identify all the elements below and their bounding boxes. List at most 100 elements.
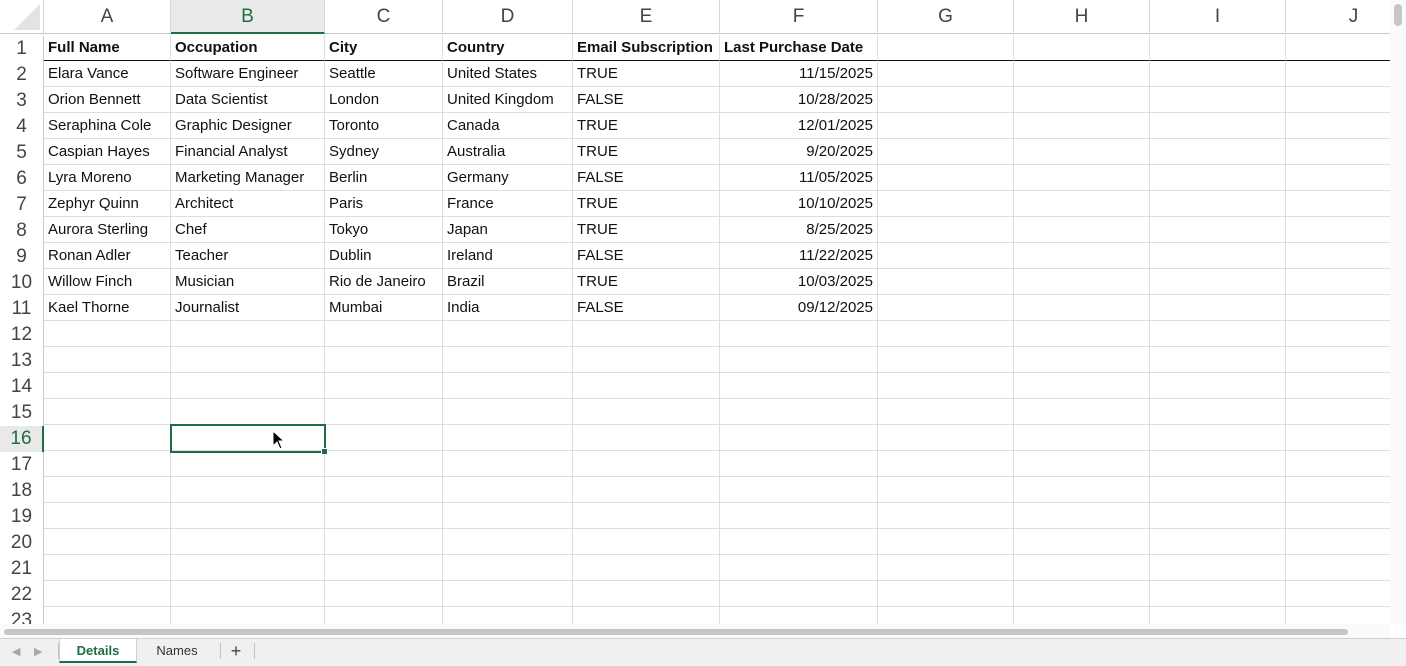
cell-E5[interactable]: TRUE — [573, 139, 720, 165]
cell-H19[interactable] — [1014, 503, 1150, 529]
row-header-20[interactable]: 20 — [0, 530, 44, 556]
cell-H11[interactable] — [1014, 295, 1150, 321]
cell-I10[interactable] — [1150, 269, 1286, 295]
cell-E3[interactable]: FALSE — [573, 87, 720, 113]
cell-E20[interactable] — [573, 529, 720, 555]
cell-C3[interactable]: London — [325, 87, 443, 113]
cell-J1[interactable] — [1286, 35, 1390, 61]
cell-E21[interactable] — [573, 555, 720, 581]
cell-A8[interactable]: Aurora Sterling — [44, 217, 171, 243]
cell-J10[interactable] — [1286, 269, 1390, 295]
cell-I4[interactable] — [1150, 113, 1286, 139]
spreadsheet-grid[interactable]: Full Name Occupation City Country Email Subs… — [0, 0, 1390, 624]
column-header-H[interactable]: H — [1014, 0, 1150, 34]
row-header-9[interactable]: 9 — [0, 244, 44, 270]
cell-E2[interactable]: TRUE — [573, 61, 720, 87]
cell-C21[interactable] — [325, 555, 443, 581]
cell-I15[interactable] — [1150, 399, 1286, 425]
cell-A11[interactable]: Kael Thorne — [44, 295, 171, 321]
cell-F2[interactable]: 11/15/2025 — [720, 61, 878, 87]
cell-H5[interactable] — [1014, 139, 1150, 165]
cell-E7[interactable]: TRUE — [573, 191, 720, 217]
cell-J6[interactable] — [1286, 165, 1390, 191]
cell-B2[interactable]: Software Engineer — [171, 61, 325, 87]
row-header-12[interactable]: 12 — [0, 322, 44, 348]
row-header-14[interactable]: 14 — [0, 374, 44, 400]
cell-B16[interactable] — [171, 425, 325, 451]
cell-A23[interactable] — [44, 607, 171, 624]
cell-F3[interactable]: 10/28/2025 — [720, 87, 878, 113]
cell-H8[interactable] — [1014, 217, 1150, 243]
column-header-F[interactable]: F — [720, 0, 878, 34]
cell-B17[interactable] — [171, 451, 325, 477]
cell-B1[interactable]: Occupation — [171, 35, 325, 61]
cell-G21[interactable] — [878, 555, 1014, 581]
cell-I7[interactable] — [1150, 191, 1286, 217]
column-header-C[interactable]: C — [325, 0, 443, 34]
row-header-5[interactable]: 5 — [0, 140, 44, 166]
cell-F11[interactable]: 09/12/2025 — [720, 295, 878, 321]
row-header-1[interactable]: 1 — [0, 36, 44, 62]
cell-J23[interactable] — [1286, 607, 1390, 624]
cell-A5[interactable]: Caspian Hayes — [44, 139, 171, 165]
cell-A19[interactable] — [44, 503, 171, 529]
cell-C16[interactable] — [325, 425, 443, 451]
row-header-7[interactable]: 7 — [0, 192, 44, 218]
cell-A7[interactable]: Zephyr Quinn — [44, 191, 171, 217]
cell-C19[interactable] — [325, 503, 443, 529]
cell-A10[interactable]: Willow Finch — [44, 269, 171, 295]
cell-H6[interactable] — [1014, 165, 1150, 191]
cell-C11[interactable]: Mumbai — [325, 295, 443, 321]
scroll-tabs-right-icon[interactable]: ▶ — [34, 645, 42, 658]
cell-I9[interactable] — [1150, 243, 1286, 269]
column-header-B[interactable]: B — [171, 0, 325, 34]
cell-C23[interactable] — [325, 607, 443, 624]
cell-F13[interactable] — [720, 347, 878, 373]
cell-I8[interactable] — [1150, 217, 1286, 243]
cell-D3[interactable]: United Kingdom — [443, 87, 573, 113]
cell-J3[interactable] — [1286, 87, 1390, 113]
cell-H7[interactable] — [1014, 191, 1150, 217]
cell-C15[interactable] — [325, 399, 443, 425]
cell-G9[interactable] — [878, 243, 1014, 269]
sheet-tab-details[interactable]: Details — [59, 639, 137, 663]
cell-G20[interactable] — [878, 529, 1014, 555]
cell-J18[interactable] — [1286, 477, 1390, 503]
cell-D22[interactable] — [443, 581, 573, 607]
cell-J14[interactable] — [1286, 373, 1390, 399]
cell-B14[interactable] — [171, 373, 325, 399]
cell-F15[interactable] — [720, 399, 878, 425]
cell-I11[interactable] — [1150, 295, 1286, 321]
cell-D23[interactable] — [443, 607, 573, 624]
cell-J8[interactable] — [1286, 217, 1390, 243]
cell-C13[interactable] — [325, 347, 443, 373]
cell-E11[interactable]: FALSE — [573, 295, 720, 321]
cell-A15[interactable] — [44, 399, 171, 425]
cell-G4[interactable] — [878, 113, 1014, 139]
cell-G13[interactable] — [878, 347, 1014, 373]
cell-D13[interactable] — [443, 347, 573, 373]
row-header-10[interactable]: 10 — [0, 270, 44, 296]
cell-H13[interactable] — [1014, 347, 1150, 373]
row-header-6[interactable]: 6 — [0, 166, 44, 192]
cell-E17[interactable] — [573, 451, 720, 477]
cell-F18[interactable] — [720, 477, 878, 503]
row-header-22[interactable]: 22 — [0, 582, 44, 608]
vertical-scrollbar-thumb[interactable] — [1394, 4, 1402, 26]
row-header-18[interactable]: 18 — [0, 478, 44, 504]
add-sheet-button[interactable]: + — [221, 639, 251, 663]
cell-C18[interactable] — [325, 477, 443, 503]
cell-J12[interactable] — [1286, 321, 1390, 347]
cell-I19[interactable] — [1150, 503, 1286, 529]
cell-I16[interactable] — [1150, 425, 1286, 451]
cell-C12[interactable] — [325, 321, 443, 347]
cell-E23[interactable] — [573, 607, 720, 624]
cell-H18[interactable] — [1014, 477, 1150, 503]
cell-H2[interactable] — [1014, 61, 1150, 87]
cell-F7[interactable]: 10/10/2025 — [720, 191, 878, 217]
cell-G22[interactable] — [878, 581, 1014, 607]
cell-D15[interactable] — [443, 399, 573, 425]
cell-I21[interactable] — [1150, 555, 1286, 581]
cell-G8[interactable] — [878, 217, 1014, 243]
sheet-tab-names[interactable]: Names — [138, 639, 216, 663]
